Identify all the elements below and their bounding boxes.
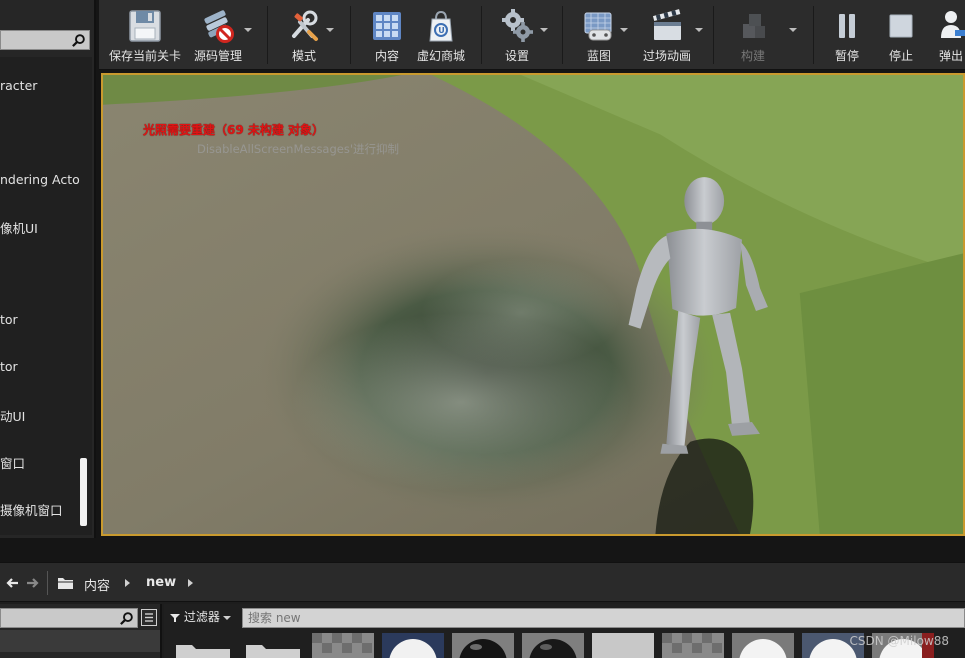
source-control-button[interactable]: 源码管理 xyxy=(187,6,249,66)
content-label: 内容 xyxy=(374,49,399,63)
modes-icon xyxy=(292,10,318,41)
asset-thumbnail-folder[interactable] xyxy=(242,633,304,658)
source-control-icon xyxy=(204,10,234,43)
settings-label: 设置 xyxy=(504,49,529,63)
outliner-item[interactable]: ndering Acto xyxy=(0,172,80,187)
filters-dropdown-arrow xyxy=(222,615,231,620)
save-level-label: 保存当前关卡 xyxy=(108,49,181,63)
cinematics-dropdown-arrow[interactable] xyxy=(695,28,703,32)
toolbar-separator xyxy=(813,6,814,64)
folder-tree-row[interactable] xyxy=(0,630,160,652)
path-bar-separator xyxy=(47,571,48,595)
outliner-item[interactable]: tor xyxy=(0,359,18,374)
eject-player-icon xyxy=(941,11,965,40)
stop-button[interactable]: 停止 xyxy=(875,6,927,66)
disable-messages-hint: DisableAllScreenMessages'进行抑制 xyxy=(197,142,400,156)
back-arrow-icon[interactable] xyxy=(6,576,20,590)
toolbar-separator xyxy=(562,6,563,64)
main-toolbar: 保存当前关卡 源码管理 模式 内容 U 虚幻商城 设置 蓝图 过场动画 构建 暂… xyxy=(99,0,965,70)
pause-label: 暂停 xyxy=(834,49,859,63)
asset-thumbnail-material[interactable] xyxy=(592,633,654,658)
settings-dropdown-arrow[interactable] xyxy=(540,28,548,32)
content-grid-icon xyxy=(373,12,401,40)
source-control-label: 源码管理 xyxy=(193,49,242,63)
outliner-list: racter ndering Acto 像机UI tor tor 动UI 窗口 … xyxy=(0,57,92,535)
gear-icon xyxy=(502,9,533,42)
pause-button[interactable]: 暂停 xyxy=(821,6,873,66)
breadcrumb-chevron-icon[interactable] xyxy=(188,579,193,587)
world-outliner-panel: racter ndering Acto 像机UI tor tor 动UI 窗口 … xyxy=(0,0,96,538)
marketplace-button[interactable]: U 虚幻商城 xyxy=(411,6,471,66)
outliner-search-input[interactable] xyxy=(0,30,90,50)
eject-button[interactable]: 弹出 xyxy=(929,6,965,66)
forward-arrow-icon[interactable] xyxy=(25,576,39,590)
view-options-icon[interactable] xyxy=(141,609,157,626)
cinematics-label: 过场动画 xyxy=(642,49,691,63)
floppy-disk-icon xyxy=(129,10,161,42)
breadcrumb-chevron-icon[interactable] xyxy=(125,579,130,587)
svg-text:U: U xyxy=(438,26,445,35)
outliner-item[interactable]: 窗口 xyxy=(0,453,25,472)
eject-label: 弹出 xyxy=(938,49,963,63)
watermark-text: CSDN @Milow88 xyxy=(849,634,949,648)
asset-view: 过滤器 xyxy=(164,604,965,658)
asset-search-input[interactable] xyxy=(242,608,965,628)
outliner-item[interactable]: 像机UI xyxy=(0,218,38,237)
modes-button[interactable]: 模式 xyxy=(275,6,333,66)
breadcrumb-new[interactable]: new xyxy=(146,575,176,590)
asset-thumbnail-material[interactable] xyxy=(662,633,724,658)
stop-label: 停止 xyxy=(888,49,913,63)
outliner-scrollbar[interactable] xyxy=(80,458,87,526)
save-level-button[interactable]: 保存当前关卡 xyxy=(103,6,187,66)
build-label: 构建 xyxy=(740,49,765,63)
asset-thumbnail-folder[interactable] xyxy=(172,633,234,658)
search-icon xyxy=(72,34,85,47)
content-tree-panel xyxy=(0,604,162,658)
content-path-bar: 内容 new xyxy=(0,562,965,602)
search-icon xyxy=(120,612,133,625)
stop-icon xyxy=(889,14,913,38)
pause-icon xyxy=(839,14,855,38)
clapperboard-icon xyxy=(652,9,681,40)
blueprints-label: 蓝图 xyxy=(586,49,611,63)
toolbar-separator xyxy=(481,6,482,64)
asset-thumbnail-material[interactable] xyxy=(312,633,374,658)
outliner-item[interactable]: racter xyxy=(0,78,37,93)
cinematics-button[interactable]: 过场动画 xyxy=(635,6,699,66)
outliner-item[interactable]: 摄像机窗口 xyxy=(0,500,63,519)
asset-thumbnail-material[interactable] xyxy=(382,633,444,658)
asset-thumbnail-material[interactable] xyxy=(522,633,584,658)
folder-icon xyxy=(58,578,73,589)
blueprints-dropdown-arrow[interactable] xyxy=(620,28,628,32)
filters-button[interactable]: 过滤器 xyxy=(170,608,231,628)
content-browser: 内容 new 过滤器 搜索 new CSDN @Milow88 xyxy=(0,562,965,658)
build-button[interactable]: 构建 xyxy=(725,6,781,66)
breadcrumb-content[interactable]: 内容 xyxy=(84,575,110,594)
folder-search-input[interactable] xyxy=(0,608,138,628)
marketplace-bag-icon: U xyxy=(429,10,453,42)
marketplace-label: 虚幻商城 xyxy=(416,49,465,63)
toolbar-separator xyxy=(713,6,714,64)
filter-funnel-icon xyxy=(170,613,180,622)
build-blocks-icon xyxy=(743,14,765,38)
filters-label: 过滤器 xyxy=(183,610,220,624)
asset-thumbnail-material[interactable] xyxy=(732,633,794,658)
build-dropdown-arrow[interactable] xyxy=(789,28,797,32)
level-viewport[interactable]: 光照需要重建（69 未构建 对象） DisableAllScreenMessag… xyxy=(101,73,965,536)
modes-label: 模式 xyxy=(291,49,316,63)
blueprints-button[interactable]: 蓝图 xyxy=(571,6,627,66)
outliner-item[interactable]: tor xyxy=(0,312,18,327)
modes-dropdown-arrow[interactable] xyxy=(326,28,334,32)
lighting-rebuild-warning: 光照需要重建（69 未构建 对象） xyxy=(143,123,325,137)
outliner-item[interactable]: 动UI xyxy=(0,406,25,425)
content-button[interactable]: 内容 xyxy=(359,6,415,66)
settings-button[interactable]: 设置 xyxy=(489,6,545,66)
blueprint-icon xyxy=(584,12,612,41)
toolbar-separator xyxy=(350,6,351,64)
asset-thumbnail-material[interactable] xyxy=(452,633,514,658)
toolbar-separator xyxy=(267,6,268,64)
source-control-dropdown-arrow[interactable] xyxy=(244,28,252,32)
